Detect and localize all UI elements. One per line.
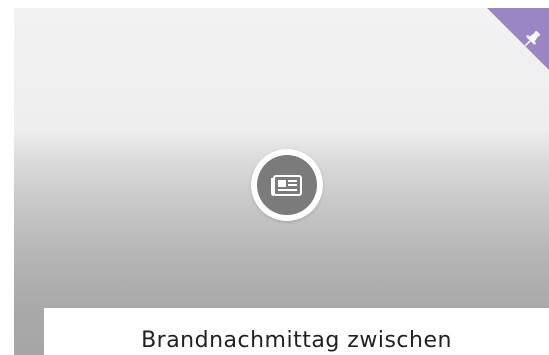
newspaper-icon [271, 175, 302, 196]
content-type-badge [251, 149, 323, 221]
news-card[interactable]: Brandnachmittag zwischen [14, 8, 549, 355]
card-title: Brandnachmittag zwischen [141, 328, 452, 353]
newspaper-icon-circle [257, 155, 317, 215]
card-title-box[interactable]: Brandnachmittag zwischen [44, 308, 549, 355]
pin-icon [521, 28, 543, 50]
